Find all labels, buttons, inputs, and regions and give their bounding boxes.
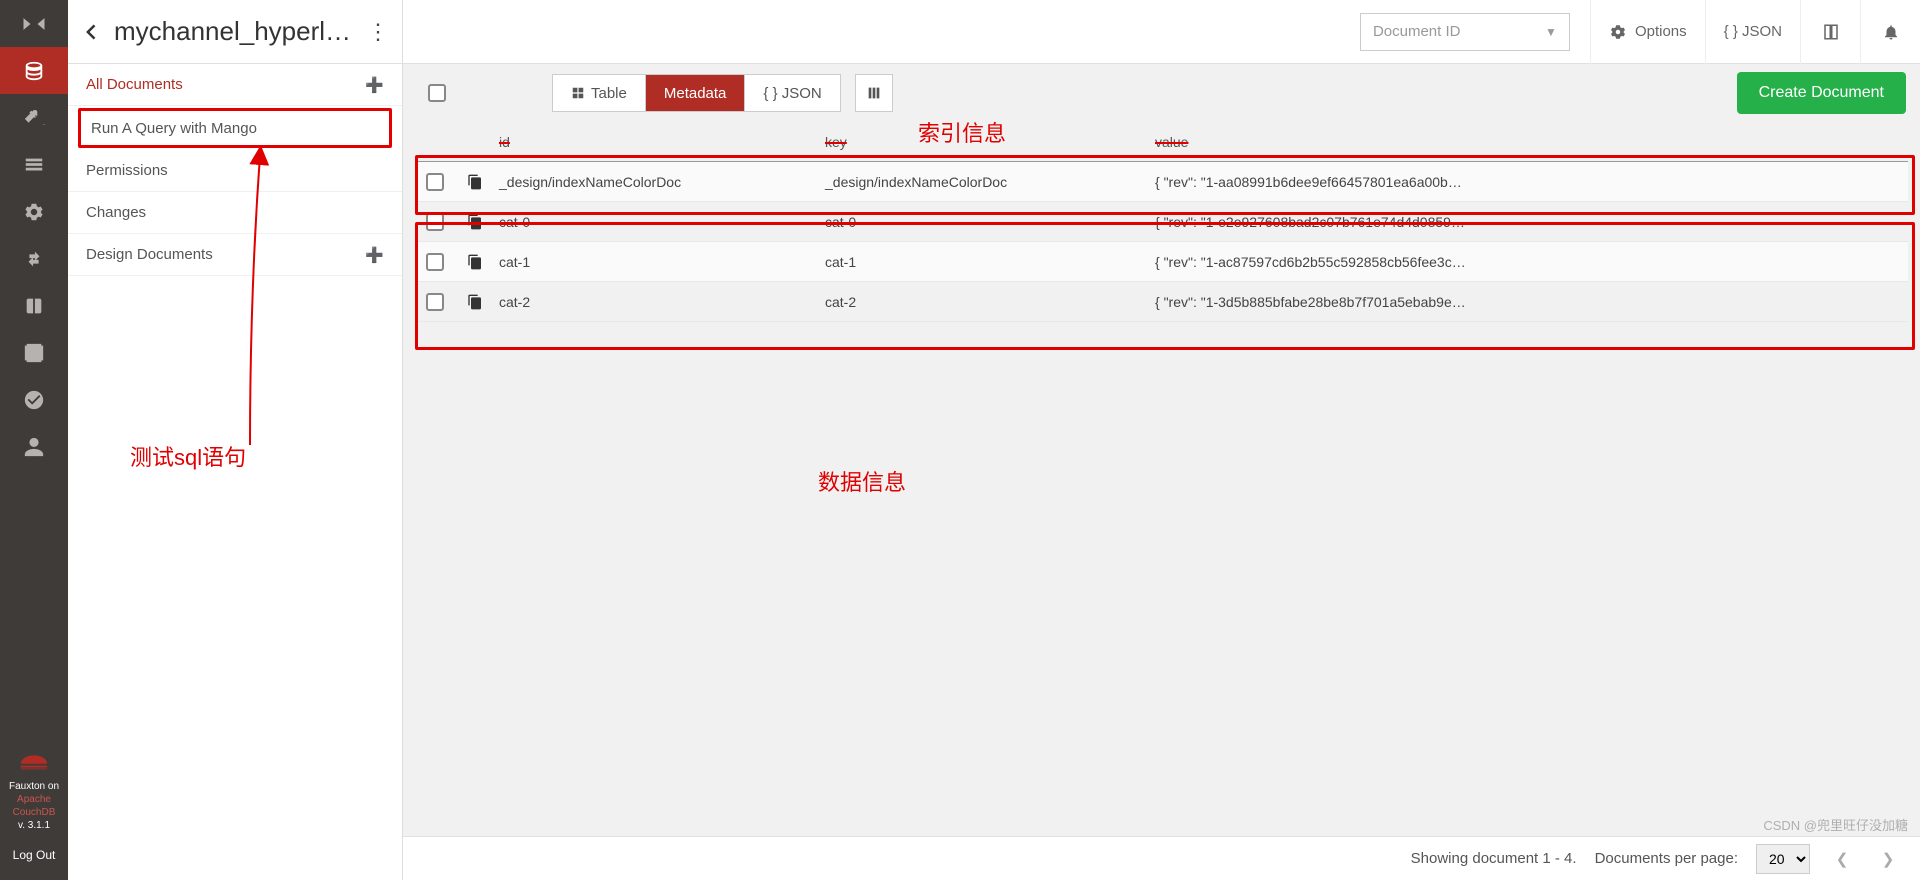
annotation-data-info: 数据信息	[818, 465, 906, 497]
table-row[interactable]: _design/indexNameColorDoc _design/indexN…	[415, 162, 1908, 202]
json-view-button[interactable]: { } JSON	[1705, 0, 1800, 64]
watermark: CSDN @兜里旺仔没加糖	[1763, 815, 1908, 834]
cell-value: { "rev": "1-aa08991b6dee9ef66457801ea6a0…	[1155, 174, 1908, 190]
table-row[interactable]: cat-2 cat-2 { "rev": "1-3d5b885bfabe28be…	[415, 282, 1908, 322]
database-title: mychannel_hyperl…	[108, 16, 366, 47]
main-area: Document ID ▼ Options { } JSON	[403, 0, 1920, 880]
logout-link[interactable]: Log Out	[13, 834, 56, 880]
nav-user[interactable]	[0, 423, 68, 470]
copy-id-icon[interactable]	[455, 254, 495, 270]
column-header-id: id	[499, 134, 510, 150]
couchdb-logo-icon	[0, 743, 68, 778]
tab-json[interactable]: { } JSON	[745, 75, 839, 111]
sidebar-item-label: Changes	[86, 204, 146, 221]
nav-setup[interactable]	[0, 94, 68, 141]
tab-metadata[interactable]: Metadata	[646, 75, 746, 111]
topbar: Document ID ▼ Options { } JSON	[403, 0, 1920, 64]
cell-key: cat-1	[825, 254, 1155, 270]
footer-per-page-label: Documents per page:	[1595, 850, 1738, 867]
nav-replication[interactable]	[0, 235, 68, 282]
sidebar-item-all-documents[interactable]: All Documents ➕	[68, 64, 402, 106]
copy-id-icon[interactable]	[455, 294, 495, 310]
footer-showing: Showing document 1 - 4.	[1411, 850, 1577, 867]
column-header-key: key	[825, 134, 847, 150]
table-header-row: id key value	[415, 122, 1908, 162]
annotation-sql-test: 测试sql语句	[130, 440, 246, 472]
cell-value: { "rev": "1-e2e927608bad2c07b761e74d4d08…	[1155, 214, 1908, 230]
cell-key: cat-0	[825, 214, 1155, 230]
nav-config[interactable]	[0, 188, 68, 235]
grid-icon	[571, 86, 585, 100]
documents-table: id key value _design/indexNameColorDoc _…	[415, 122, 1908, 322]
row-checkbox[interactable]	[426, 293, 444, 311]
create-document-button[interactable]: Create Document	[1737, 72, 1906, 114]
columns-icon	[866, 85, 882, 101]
cell-id: _design/indexNameColorDoc	[495, 174, 825, 190]
nav-active-tasks[interactable]	[0, 141, 68, 188]
nav-rail: Fauxton on Apache CouchDB v. 3.1.1 Log O…	[0, 0, 68, 880]
cell-key: _design/indexNameColorDoc	[825, 174, 1155, 190]
cell-id: cat-1	[495, 254, 825, 270]
cell-value: { "rev": "1-3d5b885bfabe28be8b7f701a5eba…	[1155, 294, 1908, 310]
column-header-value: value	[1155, 134, 1188, 150]
columns-config-button[interactable]	[855, 74, 893, 112]
toolbar: Table Metadata { } JSON Create Document	[403, 64, 1920, 122]
document-id-dropdown[interactable]: Document ID ▼	[1360, 13, 1570, 51]
footer: Showing document 1 - 4. Documents per pa…	[403, 836, 1920, 880]
back-button[interactable]	[76, 12, 108, 52]
nav-documentation[interactable]	[0, 282, 68, 329]
rail-brand-text: Fauxton on Apache CouchDB v. 3.1.1	[5, 778, 63, 834]
toggle-nav-icon[interactable]	[0, 0, 68, 47]
table-row[interactable]: cat-0 cat-0 { "rev": "1-e2e927608bad2c07…	[415, 202, 1908, 242]
cell-value: { "rev": "1-ac87597cd6b2b55c592858cb56fe…	[1155, 254, 1908, 270]
select-all-checkbox[interactable]	[428, 84, 446, 102]
notifications-icon[interactable]	[1860, 0, 1920, 64]
sidebar-item-label: Permissions	[86, 162, 168, 179]
db-menu-kebab-icon[interactable]: ⋮	[366, 19, 390, 45]
cell-id: cat-2	[495, 294, 825, 310]
nav-docs2[interactable]	[0, 329, 68, 376]
next-page-icon[interactable]: ❯	[1874, 845, 1902, 873]
sidebar-item-label: Design Documents	[86, 246, 213, 263]
nav-verify[interactable]	[0, 376, 68, 423]
per-page-select[interactable]: 20	[1756, 844, 1810, 874]
caret-down-icon: ▼	[1545, 25, 1557, 39]
cell-id: cat-0	[495, 214, 825, 230]
sidebar-item-run-query-mango[interactable]: Run A Query with Mango	[78, 108, 392, 148]
sidebar-item-label: Run A Query with Mango	[91, 120, 257, 137]
row-checkbox[interactable]	[426, 173, 444, 191]
sidebar-item-changes[interactable]: Changes	[68, 192, 402, 234]
add-icon[interactable]: ➕	[365, 246, 384, 264]
gear-icon	[1609, 23, 1627, 41]
tab-table[interactable]: Table	[553, 75, 646, 111]
sidebar-item-label: All Documents	[86, 76, 183, 93]
cell-key: cat-2	[825, 294, 1155, 310]
table-row[interactable]: cat-1 cat-1 { "rev": "1-ac87597cd6b2b55c…	[415, 242, 1908, 282]
copy-id-icon[interactable]	[455, 214, 495, 230]
options-button[interactable]: Options	[1590, 0, 1705, 64]
nav-databases[interactable]	[0, 47, 68, 94]
view-tabs: Table Metadata { } JSON	[552, 74, 841, 112]
annotation-index-info: 索引信息	[918, 116, 1006, 148]
add-icon[interactable]: ➕	[365, 76, 384, 94]
docs-link-icon[interactable]	[1800, 0, 1860, 64]
dropdown-placeholder: Document ID	[1373, 23, 1461, 40]
row-checkbox[interactable]	[426, 213, 444, 231]
row-checkbox[interactable]	[426, 253, 444, 271]
copy-id-icon[interactable]	[455, 174, 495, 190]
sidebar-item-design-documents[interactable]: Design Documents ➕	[68, 234, 402, 276]
prev-page-icon[interactable]: ❮	[1828, 845, 1856, 873]
sidebar-item-permissions[interactable]: Permissions	[68, 150, 402, 192]
